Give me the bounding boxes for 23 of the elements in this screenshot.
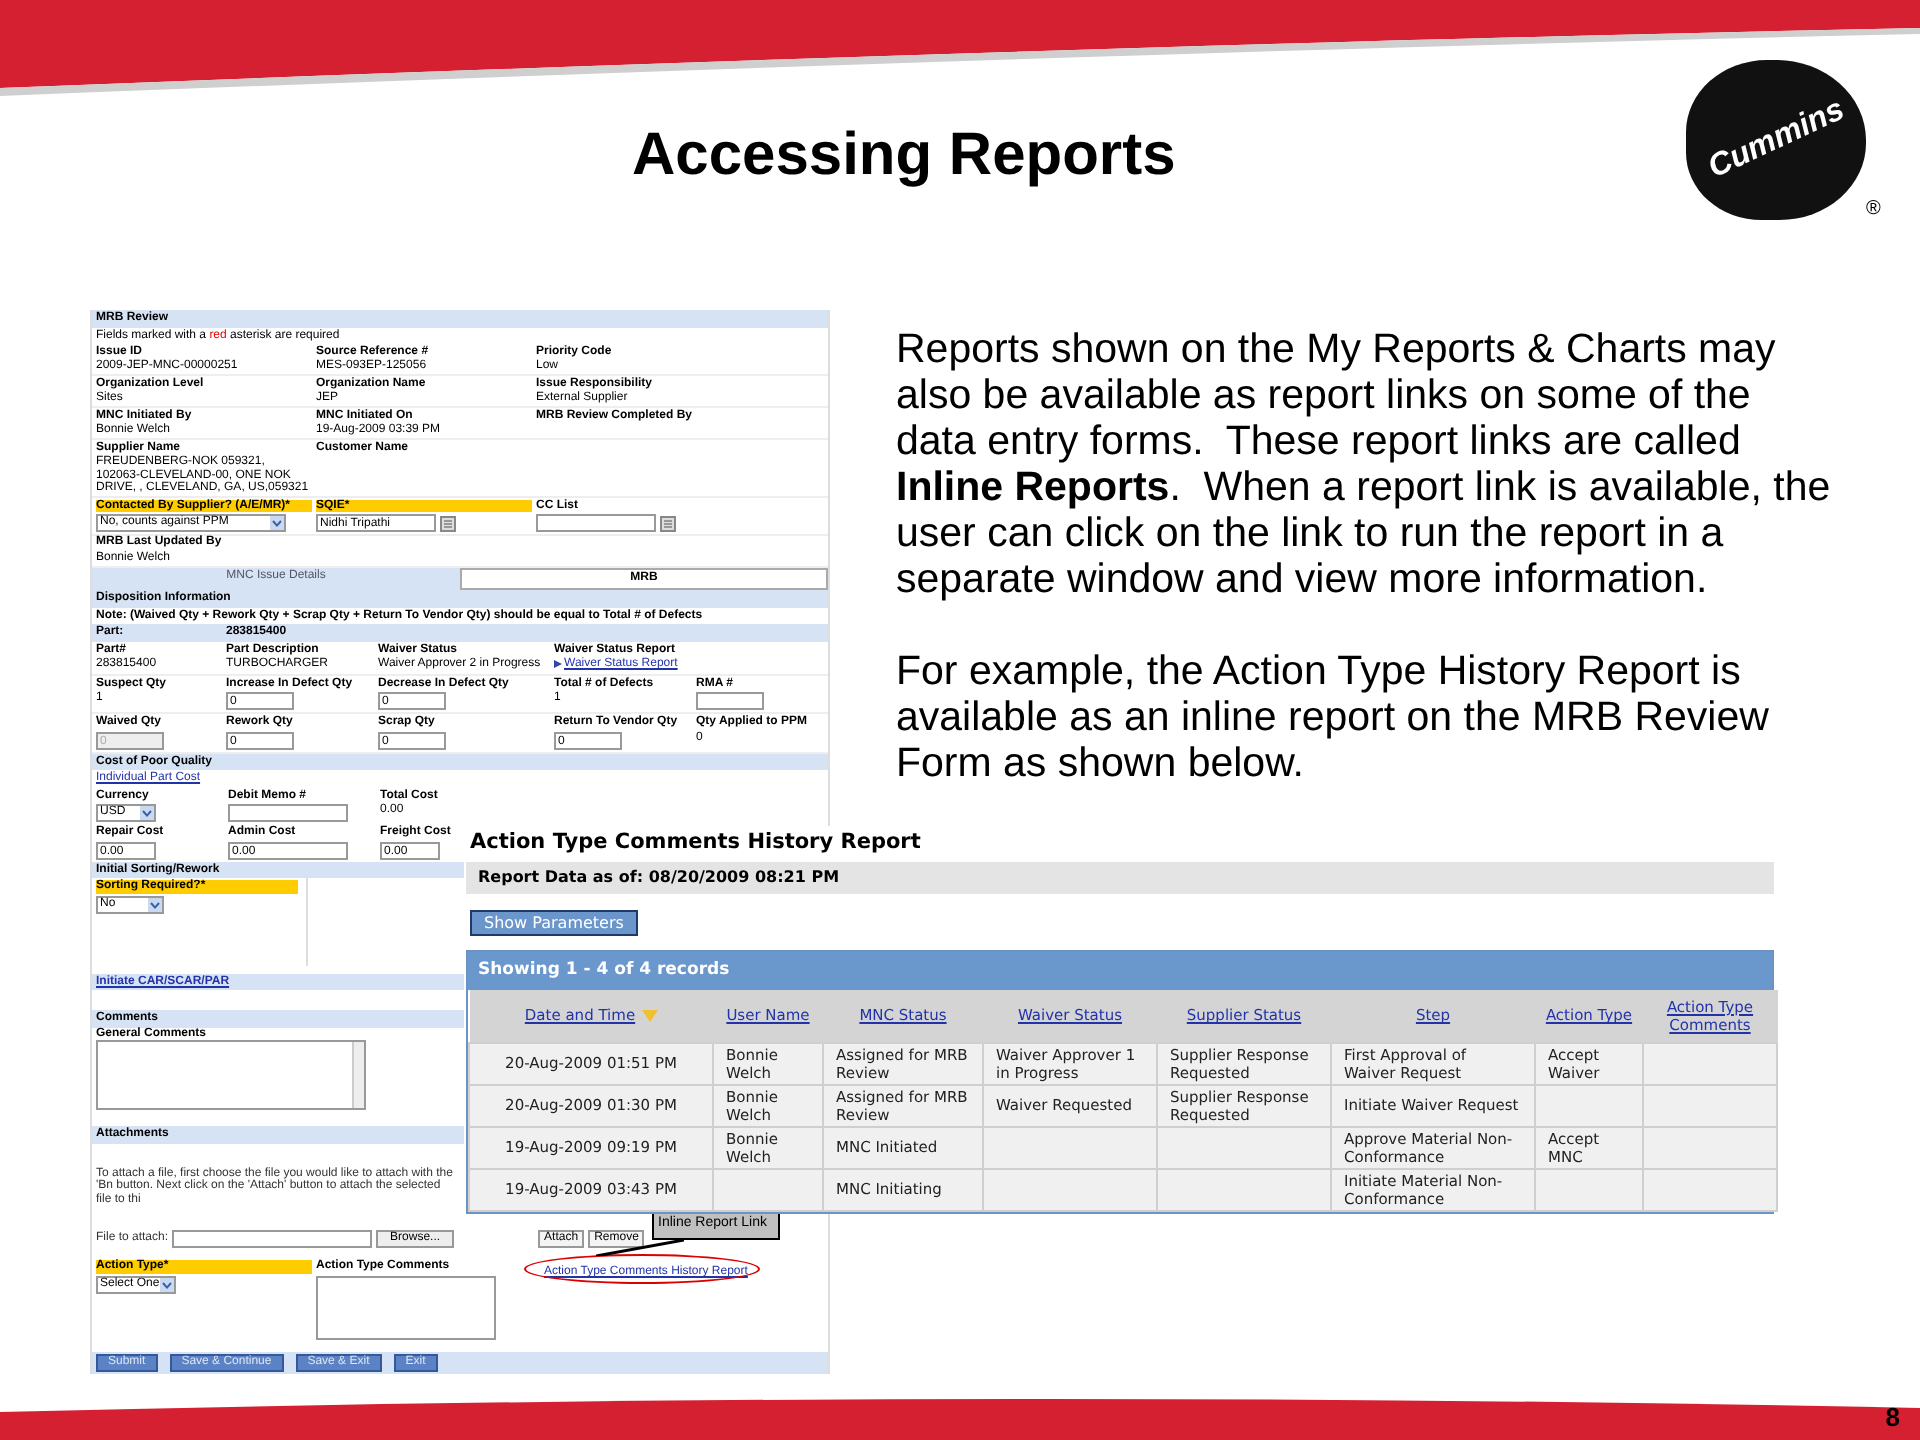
caret-icon bbox=[160, 1277, 174, 1292]
registered-mark: ® bbox=[1866, 200, 1881, 220]
leader-line bbox=[596, 1240, 684, 1257]
records-header: Showing 1 - 4 of 4 records bbox=[468, 952, 1772, 990]
scrollbar[interactable] bbox=[352, 1042, 364, 1109]
page-number: 8 bbox=[1885, 1399, 1900, 1435]
list-icon[interactable] bbox=[660, 515, 676, 531]
input-field[interactable] bbox=[696, 692, 764, 710]
comments-textarea[interactable] bbox=[316, 1275, 496, 1340]
caret-icon bbox=[148, 897, 162, 911]
caret-icon bbox=[270, 516, 284, 530]
caret-icon bbox=[140, 806, 154, 820]
body-paragraph: Reports shown on the My Reports & Charts may also be available as report links on some of the data entry forms. These report links are called Inline Reports. When a report link is available, the user can click on the link to run the report in a separate window and view more information. bbox=[896, 326, 1833, 602]
arrow-icon bbox=[554, 660, 562, 669]
comments-textarea[interactable] bbox=[96, 1040, 366, 1111]
input-field[interactable] bbox=[536, 514, 656, 532]
body-paragraph: For example, the Action Type History Report is available as an inline report on the MRB Review Form as shown below. bbox=[896, 648, 1771, 786]
file-input-field[interactable] bbox=[172, 1230, 373, 1249]
list-icon[interactable] bbox=[440, 515, 456, 531]
report-title: Action Type Comments History Report bbox=[468, 830, 923, 856]
input-field[interactable] bbox=[228, 804, 348, 822]
slide-title: Accessing Reports bbox=[632, 120, 1176, 192]
report-date-bar: Report Data as of: 08/20/2009 08:21 PM bbox=[466, 862, 1774, 894]
